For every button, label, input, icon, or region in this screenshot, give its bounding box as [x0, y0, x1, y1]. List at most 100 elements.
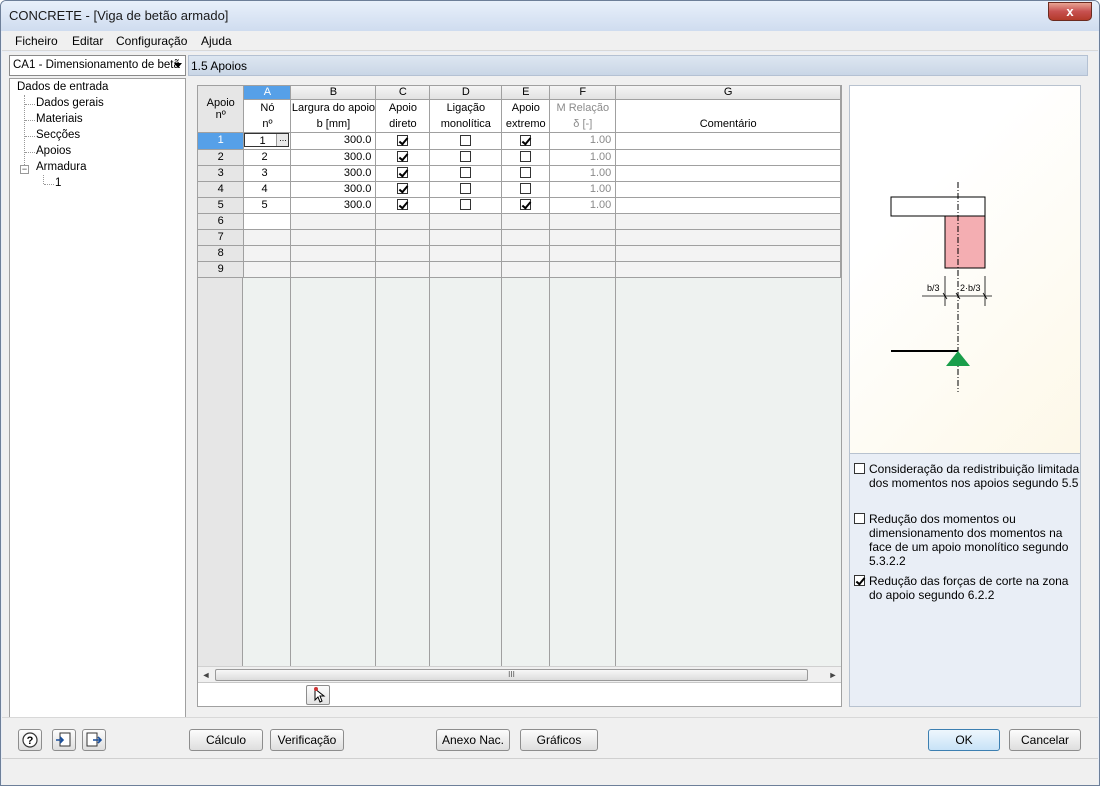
collapse-icon[interactable]: −: [20, 165, 29, 174]
scroll-left-icon[interactable]: ◄: [198, 668, 214, 682]
checkbox-shear-reduction[interactable]: [854, 575, 865, 586]
direct-support-cell[interactable]: [375, 149, 431, 166]
empty-cell[interactable]: [429, 213, 503, 230]
direct-support-cell[interactable]: [375, 132, 431, 150]
empty-cell[interactable]: [501, 213, 551, 230]
empty-cell[interactable]: [243, 229, 292, 246]
end-support-checkbox[interactable]: [520, 199, 532, 211]
row-number[interactable]: 3: [198, 165, 245, 182]
monolithic-connection-cell[interactable]: [429, 132, 503, 150]
menu-ajuda[interactable]: Ajuda: [201, 34, 232, 48]
direct-support-checkbox[interactable]: [397, 183, 409, 195]
empty-cell[interactable]: [501, 229, 551, 246]
ratio-cell[interactable]: 1.00: [549, 197, 617, 214]
direct-support-checkbox[interactable]: [397, 199, 409, 211]
ok-button[interactable]: OK: [928, 729, 1000, 751]
monolithic-connection-checkbox[interactable]: [460, 199, 472, 211]
national-annex-button[interactable]: Anexo Nac. ...: [436, 729, 510, 767]
width-cell[interactable]: 300.0: [290, 181, 377, 198]
empty-cell[interactable]: [549, 229, 617, 246]
tree-item-seccoes[interactable]: Secções: [36, 129, 80, 141]
cancel-button[interactable]: Cancelar: [1009, 729, 1081, 751]
scrollbar-thumb[interactable]: III: [215, 669, 808, 681]
direct-support-cell[interactable]: [375, 197, 431, 214]
row-number[interactable]: 2: [198, 149, 245, 166]
end-support-checkbox[interactable]: [520, 183, 532, 195]
direct-support-checkbox[interactable]: [397, 151, 409, 163]
node-edit-field[interactable]: 1...: [244, 132, 290, 147]
direct-support-cell[interactable]: [375, 165, 431, 182]
menu-configuracao[interactable]: Configuração: [116, 34, 187, 48]
row-number[interactable]: 7: [198, 229, 245, 246]
monolithic-connection-checkbox[interactable]: [460, 167, 472, 179]
tree-item-armadura[interactable]: Armadura: [36, 161, 87, 173]
empty-cell[interactable]: [615, 245, 841, 262]
export-button[interactable]: [82, 729, 106, 751]
tree-item-apoios[interactable]: Apoios: [36, 145, 71, 157]
width-cell[interactable]: 300.0: [290, 132, 377, 150]
node-cell[interactable]: 5: [243, 197, 292, 214]
empty-cell[interactable]: [375, 261, 431, 278]
empty-cell[interactable]: [290, 261, 377, 278]
horizontal-scrollbar[interactable]: ◄ III ►: [198, 666, 841, 682]
select-node-button[interactable]: [306, 685, 330, 705]
comment-cell[interactable]: [615, 132, 841, 150]
empty-cell[interactable]: [501, 245, 551, 262]
direct-support-cell[interactable]: [375, 181, 431, 198]
menu-editar[interactable]: Editar: [72, 34, 103, 48]
empty-cell[interactable]: [290, 229, 377, 246]
row-number[interactable]: 4: [198, 181, 245, 198]
column-letter-c[interactable]: C: [375, 86, 431, 100]
node-ellipsis-button[interactable]: ...: [276, 133, 289, 146]
menu-ficheiro[interactable]: Ficheiro: [15, 34, 58, 48]
row-number[interactable]: 5: [198, 197, 245, 214]
column-letter-d[interactable]: D: [429, 86, 503, 100]
width-cell[interactable]: 300.0: [290, 149, 377, 166]
width-cell[interactable]: 300.0: [290, 165, 377, 182]
empty-cell[interactable]: [375, 213, 431, 230]
case-dropdown[interactable]: CA1 - Dimensionamento de betã: [9, 55, 186, 76]
comment-cell[interactable]: [615, 197, 841, 214]
column-letter-f[interactable]: F: [549, 86, 617, 100]
end-support-cell[interactable]: [501, 197, 551, 214]
column-letter-e[interactable]: E: [501, 86, 551, 100]
monolithic-connection-cell[interactable]: [429, 181, 503, 198]
scroll-right-icon[interactable]: ►: [825, 668, 841, 682]
graphics-button[interactable]: Gráficos: [520, 729, 598, 751]
end-support-cell[interactable]: [501, 132, 551, 150]
empty-cell[interactable]: [615, 213, 841, 230]
direct-support-checkbox[interactable]: [397, 167, 409, 179]
comment-cell[interactable]: [615, 149, 841, 166]
row-number[interactable]: 1: [198, 132, 245, 150]
empty-cell[interactable]: [429, 229, 503, 246]
empty-cell[interactable]: [375, 229, 431, 246]
comment-cell[interactable]: [615, 165, 841, 182]
column-letter-b[interactable]: B: [290, 86, 377, 100]
help-button[interactable]: ?: [18, 729, 42, 751]
checkbox-redistribution[interactable]: [854, 463, 865, 474]
end-support-checkbox[interactable]: [520, 134, 532, 146]
monolithic-connection-cell[interactable]: [429, 149, 503, 166]
end-support-checkbox[interactable]: [520, 167, 532, 179]
node-cell[interactable]: 4: [243, 181, 292, 198]
tree-item-materiais[interactable]: Materiais: [36, 113, 83, 125]
monolithic-connection-checkbox[interactable]: [460, 183, 472, 195]
empty-cell[interactable]: [549, 245, 617, 262]
end-support-cell[interactable]: [501, 165, 551, 182]
monolithic-connection-cell[interactable]: [429, 165, 503, 182]
monolithic-connection-checkbox[interactable]: [460, 151, 472, 163]
end-support-checkbox[interactable]: [520, 151, 532, 163]
import-button[interactable]: [52, 729, 76, 751]
row-number[interactable]: 9: [198, 261, 245, 278]
direct-support-checkbox[interactable]: [397, 134, 409, 146]
tree-item-armadura-1[interactable]: 1: [55, 177, 61, 189]
empty-cell[interactable]: [290, 245, 377, 262]
node-cell[interactable]: 2: [243, 149, 292, 166]
empty-cell[interactable]: [290, 213, 377, 230]
empty-cell[interactable]: [549, 261, 617, 278]
tree-root-dados-entrada[interactable]: Dados de entrada: [17, 81, 108, 93]
empty-cell[interactable]: [243, 213, 292, 230]
verification-button[interactable]: Verificação: [270, 729, 344, 751]
row-number[interactable]: 8: [198, 245, 245, 262]
node-cell[interactable]: 3: [243, 165, 292, 182]
